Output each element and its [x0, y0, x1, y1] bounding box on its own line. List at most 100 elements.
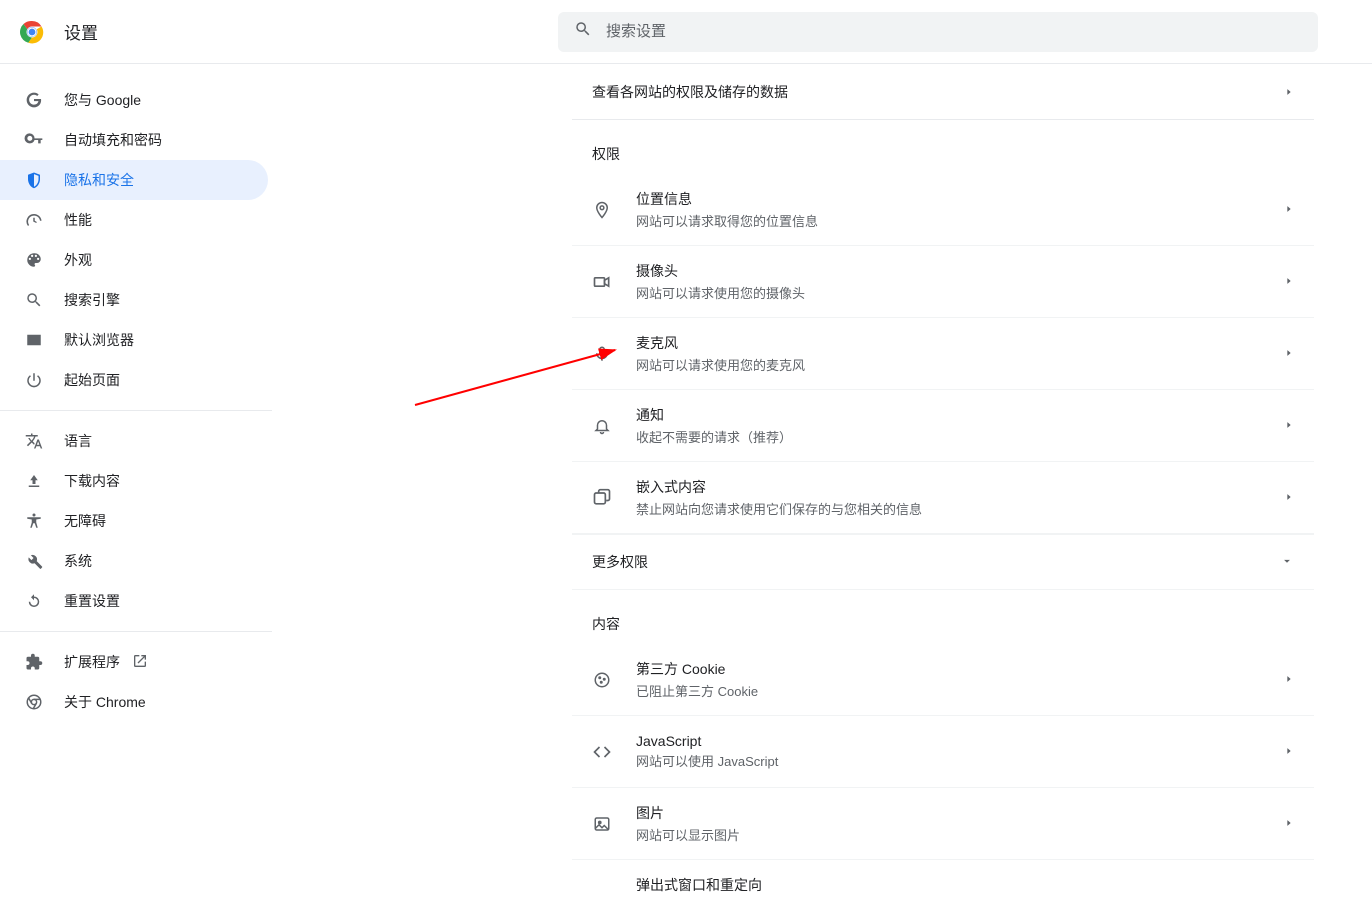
more-permissions-row[interactable]: 更多权限: [572, 534, 1314, 590]
row-subtitle: 网站可以请求使用您的麦克风: [636, 355, 805, 374]
shield-icon: [24, 171, 44, 189]
bell-icon: [592, 417, 612, 435]
code-icon: [592, 742, 612, 762]
content: 查看各网站的权限及储存的数据 权限 位置信息 网站可以请求取得您的位置信息: [272, 64, 1372, 899]
chrome-outline-icon: [24, 693, 44, 711]
sidebar-item-label: 关于 Chrome: [64, 692, 146, 712]
row-subtitle: 收起不需要的请求（推荐）: [636, 427, 792, 446]
google-g-icon: [24, 91, 44, 109]
row-title: 嵌入式内容: [636, 477, 922, 497]
content-images-row[interactable]: 图片 网站可以显示图片: [572, 788, 1314, 860]
row-label: 查看各网站的权限及储存的数据: [592, 82, 788, 102]
chrome-logo-icon: [20, 20, 44, 44]
sidebar-item-downloads[interactable]: 下载内容: [0, 461, 268, 501]
sidebar-item-languages[interactable]: 语言: [0, 421, 268, 461]
wrench-icon: [24, 552, 44, 570]
speedometer-icon: [24, 211, 44, 229]
row-subtitle: 网站可以使用 JavaScript: [636, 751, 778, 770]
permission-notifications-row[interactable]: 通知 收起不需要的请求（推荐）: [572, 390, 1314, 462]
reset-icon: [24, 592, 44, 610]
sidebar-item-label: 无障碍: [64, 511, 106, 531]
chevron-right-icon: [1284, 273, 1294, 291]
sidebar-item-label: 搜索引擎: [64, 290, 120, 310]
search-input[interactable]: [606, 23, 1302, 40]
camera-icon: [592, 272, 612, 292]
row-label: 更多权限: [592, 552, 648, 572]
sidebar-divider: [0, 410, 272, 411]
permission-camera-row[interactable]: 摄像头 网站可以请求使用您的摄像头: [572, 246, 1314, 318]
chevron-down-icon: [1280, 554, 1294, 571]
sidebar-item-label: 语言: [64, 431, 92, 451]
sidebar-item-default-browser[interactable]: 默认浏览器: [0, 320, 268, 360]
accessibility-icon: [24, 512, 44, 530]
sidebar-item-system[interactable]: 系统: [0, 541, 268, 581]
chevron-right-icon: [1284, 345, 1294, 363]
page-title: 设置: [64, 19, 98, 44]
translate-icon: [24, 432, 44, 450]
header: 设置: [0, 0, 1372, 64]
sidebar-divider: [0, 631, 272, 632]
content-cookies-row[interactable]: 第三方 Cookie 已阻止第三方 Cookie: [572, 644, 1314, 716]
key-icon: [24, 130, 44, 150]
row-title: 通知: [636, 405, 792, 425]
sidebar-item-you-and-google[interactable]: 您与 Google: [0, 80, 268, 120]
location-icon: [592, 201, 612, 219]
view-site-permissions-row[interactable]: 查看各网站的权限及储存的数据: [572, 64, 1314, 120]
sidebar-item-privacy-security[interactable]: 隐私和安全: [0, 160, 268, 200]
sidebar-item-reset[interactable]: 重置设置: [0, 581, 268, 621]
sidebar-item-label: 自动填充和密码: [64, 130, 162, 150]
row-title: 图片: [636, 803, 740, 823]
sidebar-item-autofill[interactable]: 自动填充和密码: [0, 120, 268, 160]
row-subtitle: 网站可以请求使用您的摄像头: [636, 283, 805, 302]
sidebar-item-search-engine[interactable]: 搜索引擎: [0, 280, 268, 320]
row-title: 位置信息: [636, 189, 818, 209]
browser-icon: [24, 331, 44, 349]
row-title: 弹出式窗口和重定向: [636, 875, 762, 895]
chevron-right-icon: [1284, 743, 1294, 761]
row-subtitle: 已阻止第三方 Cookie: [636, 681, 758, 700]
search-icon: [574, 20, 592, 43]
embedded-content-icon: [592, 488, 612, 508]
sidebar-item-label: 下载内容: [64, 471, 120, 491]
permissions-section-title: 权限: [572, 120, 1314, 174]
sidebar-item-performance[interactable]: 性能: [0, 200, 268, 240]
sidebar-item-label: 外观: [64, 250, 92, 270]
content-popups-row[interactable]: 弹出式窗口和重定向: [572, 860, 1314, 899]
row-subtitle: 禁止网站向您请求使用它们保存的与您相关的信息: [636, 499, 922, 518]
sidebar-item-label: 起始页面: [64, 370, 120, 390]
power-icon: [24, 371, 44, 389]
sidebar-item-appearance[interactable]: 外观: [0, 240, 268, 280]
chevron-right-icon: [1284, 489, 1294, 507]
sidebar-item-on-startup[interactable]: 起始页面: [0, 360, 268, 400]
sidebar-item-about-chrome[interactable]: 关于 Chrome: [0, 682, 268, 722]
chevron-right-icon: [1284, 201, 1294, 219]
sidebar-item-label: 扩展程序: [64, 652, 120, 672]
sidebar-item-label: 重置设置: [64, 591, 120, 611]
palette-icon: [24, 251, 44, 269]
sidebar-item-label: 系统: [64, 551, 92, 571]
content-javascript-row[interactable]: JavaScript 网站可以使用 JavaScript: [572, 716, 1314, 788]
cookie-icon: [592, 671, 612, 689]
row-title: 麦克风: [636, 333, 805, 353]
sidebar: 您与 Google 自动填充和密码 隐私和安全 性能 外观: [0, 64, 272, 899]
chevron-right-icon: [1284, 417, 1294, 435]
sidebar-item-label: 性能: [64, 210, 92, 230]
chevron-right-icon: [1284, 815, 1294, 833]
row-title: JavaScript: [636, 733, 778, 749]
download-icon: [24, 472, 44, 490]
sidebar-item-accessibility[interactable]: 无障碍: [0, 501, 268, 541]
external-link-icon: [132, 653, 148, 672]
permission-embedded-row[interactable]: 嵌入式内容 禁止网站向您请求使用它们保存的与您相关的信息: [572, 462, 1314, 534]
sidebar-item-label: 您与 Google: [64, 90, 141, 110]
permission-location-row[interactable]: 位置信息 网站可以请求取得您的位置信息: [572, 174, 1314, 246]
search-settings[interactable]: [558, 12, 1318, 52]
search-icon: [24, 291, 44, 309]
extension-icon: [24, 653, 44, 671]
row-title: 第三方 Cookie: [636, 659, 758, 679]
sidebar-item-extensions[interactable]: 扩展程序: [0, 642, 268, 682]
content-section-title: 内容: [572, 590, 1314, 644]
chevron-right-icon: [1284, 84, 1294, 100]
permission-microphone-row[interactable]: 麦克风 网站可以请求使用您的麦克风: [572, 318, 1314, 390]
row-title: 摄像头: [636, 261, 805, 281]
microphone-icon: [592, 345, 612, 363]
